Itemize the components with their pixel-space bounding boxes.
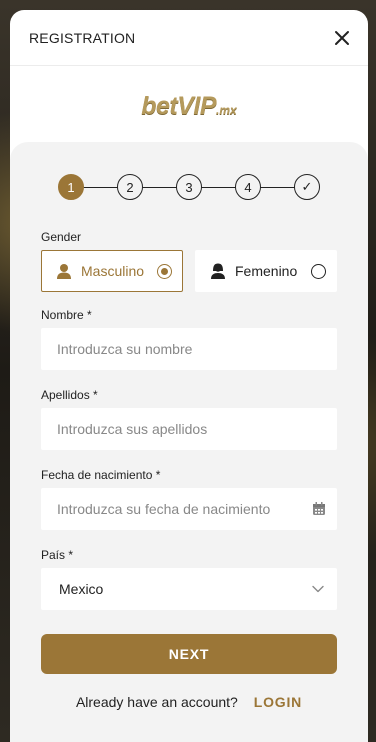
field-apellidos: Apellidos *: [41, 388, 337, 450]
close-icon: [335, 30, 349, 45]
field-fecha: Fecha de nacimiento *: [41, 468, 337, 530]
close-button[interactable]: [331, 27, 353, 49]
female-avatar-icon: [211, 263, 225, 279]
fecha-label: Fecha de nacimiento *: [41, 468, 161, 482]
chevron-down-icon: [312, 585, 324, 593]
male-avatar-icon: [57, 264, 71, 279]
login-link[interactable]: LOGIN: [254, 694, 302, 710]
apellidos-input[interactable]: [41, 408, 337, 450]
gender-option-femenino[interactable]: Femenino: [195, 250, 337, 292]
stepper: 1 2 3 4 ✓: [41, 174, 337, 200]
modal-header: REGISTRATION: [10, 10, 368, 66]
step-4: 4: [235, 174, 261, 200]
pais-value: Mexico: [59, 581, 104, 597]
radio-dot: [161, 267, 168, 275]
fecha-input-wrap: [41, 488, 337, 530]
step-1: 1: [58, 174, 84, 200]
pais-select[interactable]: Mexico: [41, 568, 337, 610]
gender-label: Gender: [41, 230, 82, 244]
calendar-icon[interactable]: [311, 501, 327, 517]
brand-logo: betVIP.mx: [141, 92, 237, 120]
registration-form: 1 2 3 4 ✓ Gender Masculino Femenino Nomb…: [10, 142, 368, 742]
registration-modal: REGISTRATION betVIP.mx 1 2 3 4 ✓ Gender: [10, 10, 368, 742]
login-prompt: Already have an account?: [75, 694, 238, 710]
nombre-input[interactable]: [41, 328, 337, 370]
field-pais: País * Mexico: [41, 548, 337, 610]
radio-masculino[interactable]: [157, 263, 172, 279]
step-complete: ✓: [294, 174, 320, 200]
radio-femenino[interactable]: [311, 263, 326, 279]
gender-option-label: Femenino: [235, 263, 298, 279]
gender-options: Masculino Femenino: [41, 250, 337, 292]
next-button[interactable]: NEXT: [41, 634, 337, 674]
step-3: 3: [176, 174, 202, 200]
fecha-input[interactable]: [41, 488, 337, 530]
modal-title: REGISTRATION: [29, 29, 136, 46]
gender-option-masculino[interactable]: Masculino: [41, 250, 183, 292]
logo-container: betVIP.mx: [10, 66, 368, 141]
step-2: 2: [117, 174, 143, 200]
apellidos-label: Apellidos *: [41, 388, 98, 402]
gender-option-label: Masculino: [81, 263, 145, 279]
pais-label: País *: [41, 548, 74, 562]
login-row: Already have an account? LOGIN: [41, 694, 337, 710]
field-nombre: Nombre *: [41, 308, 337, 370]
nombre-label: Nombre *: [41, 308, 92, 322]
